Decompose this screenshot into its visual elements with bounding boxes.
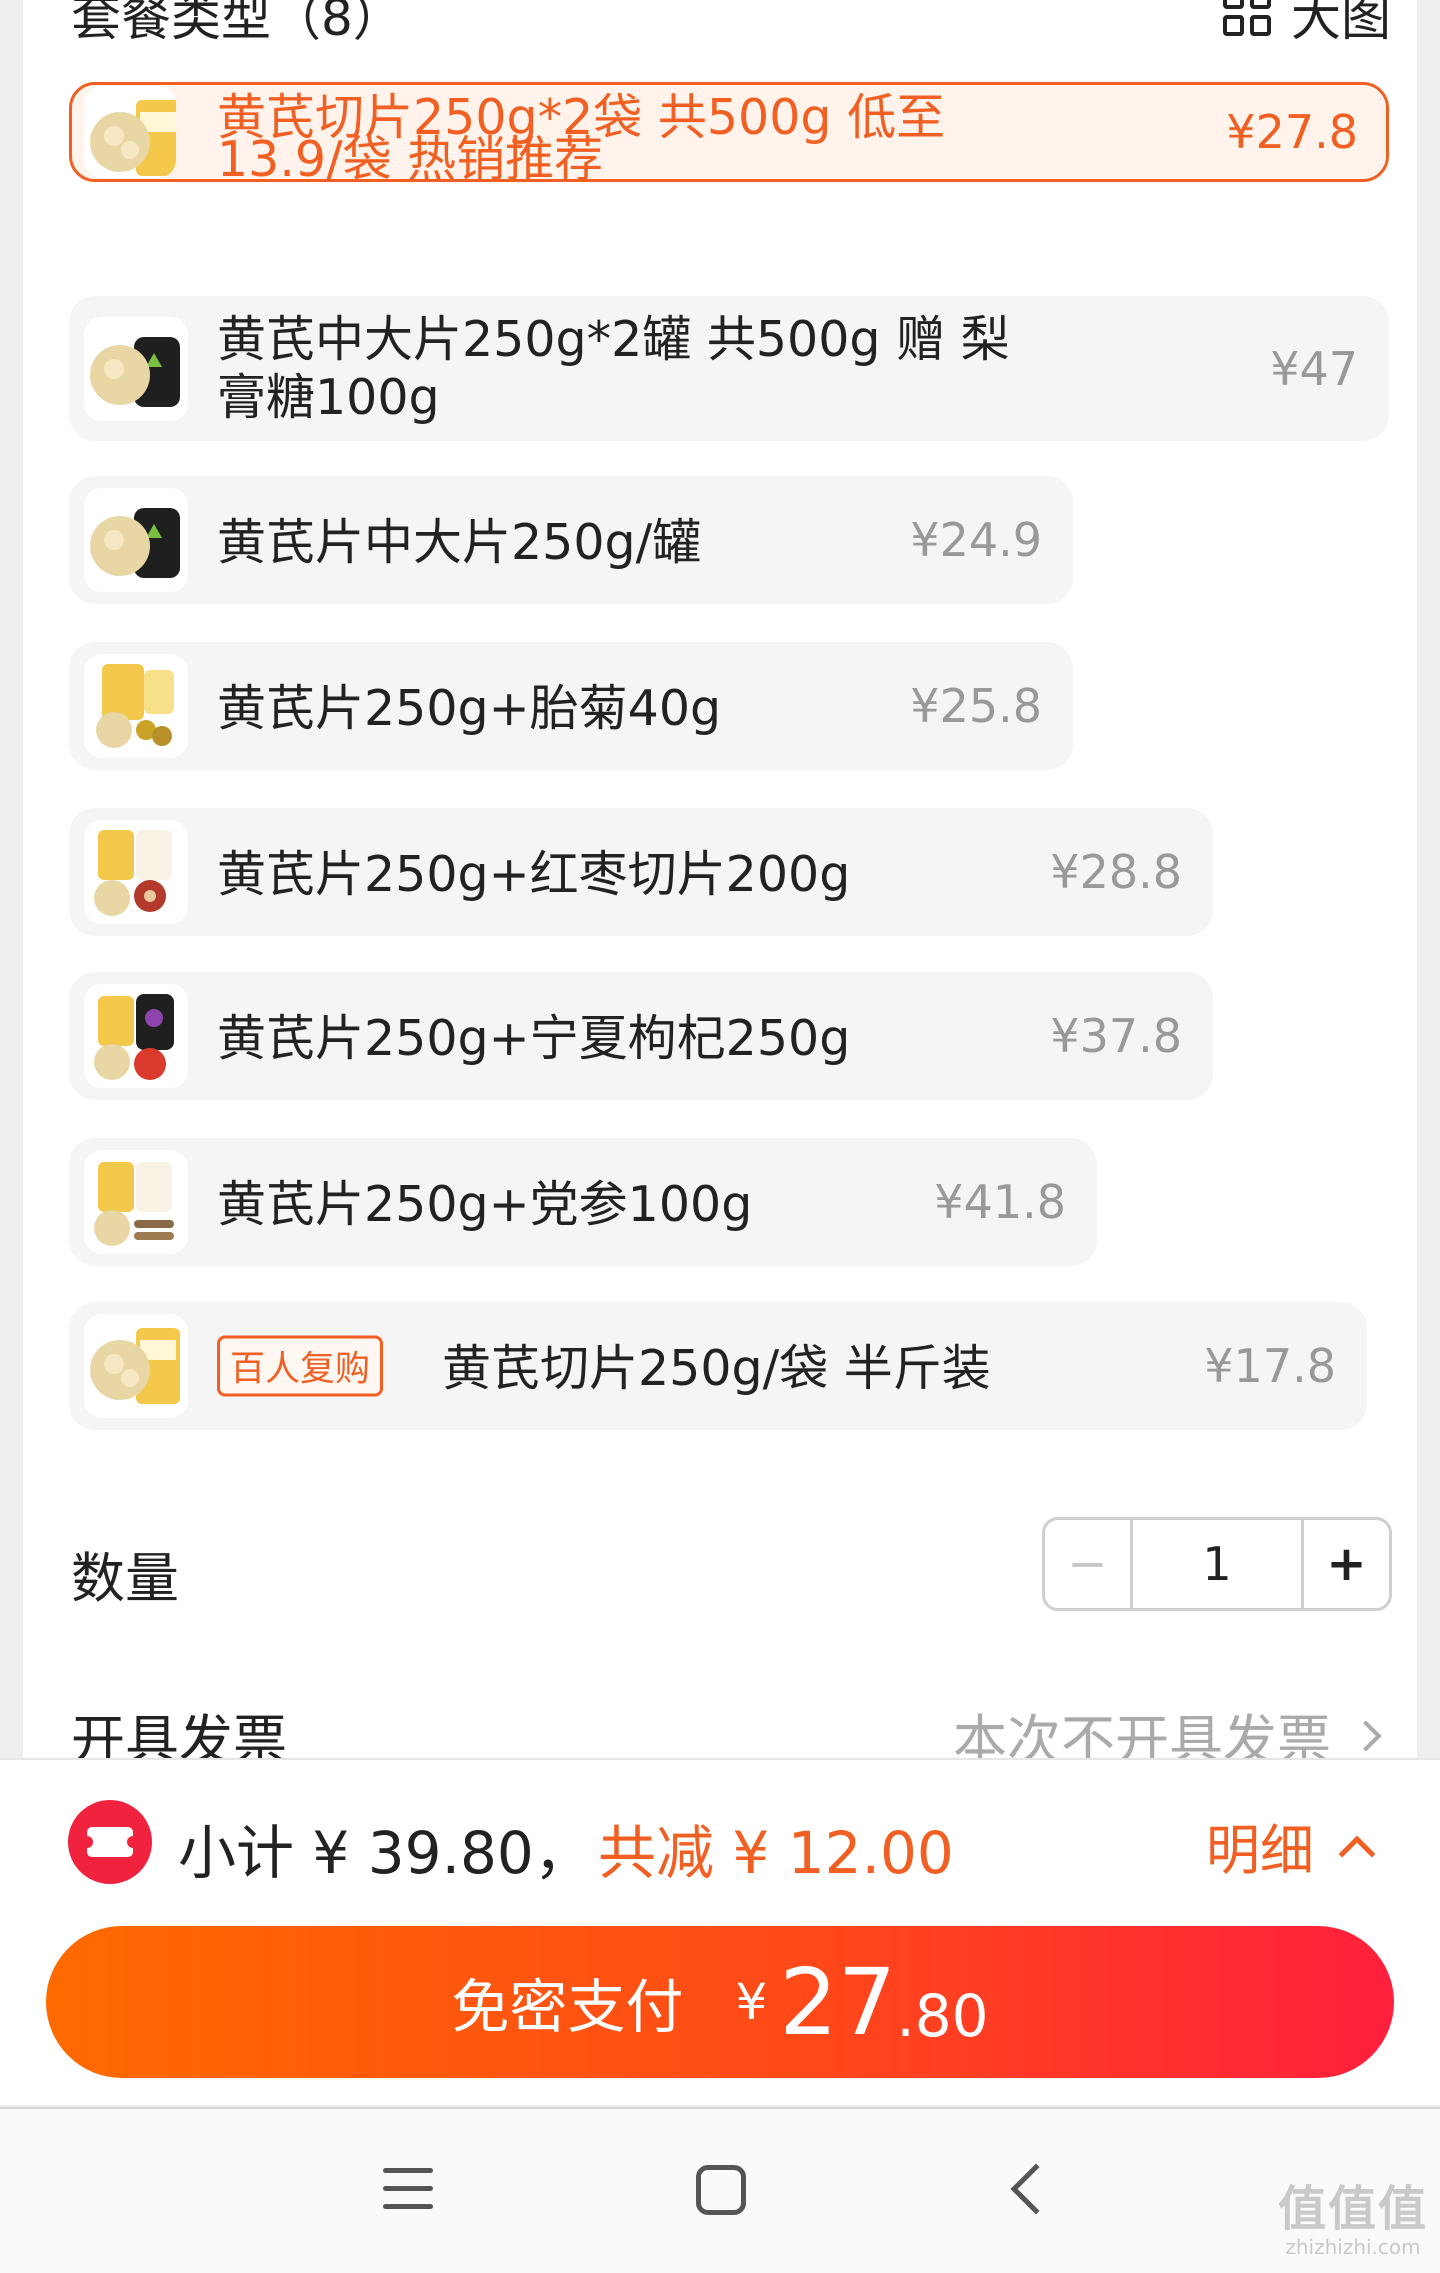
sku-selection-panel: 套餐类型（8） 大图 黄芪切片250g*2袋 共500g 低至 13.9/袋 热…	[23, 0, 1417, 1760]
option-price: ¥24.9	[910, 513, 1042, 567]
option-price: ¥27.8	[1226, 105, 1358, 159]
option-price: ¥17.8	[1204, 1339, 1336, 1393]
pay-amount-integer: 27	[779, 1948, 897, 2056]
option-label: 黄芪片250g+宁夏枸杞250g	[217, 1010, 851, 1067]
option-price: ¥37.8	[1050, 1009, 1182, 1063]
package-option-6[interactable]: 黄芪片250g+党参100g ¥41.8	[69, 1138, 1097, 1266]
checkout-footer: 小计 ¥ 39.80， 共减 ¥ 12.00 明细 免密支付 ¥ 27 .80	[0, 1758, 1440, 2105]
invoice-value: 本次不开具发票	[953, 1709, 1331, 1760]
chevron-up-icon	[1338, 1835, 1376, 1872]
grid-view-icon	[1223, 0, 1275, 40]
system-navigation-bar: 值值值 zhizhizhi.com	[0, 2107, 1440, 2273]
option-label-line2: 膏糖100g	[217, 369, 440, 426]
product-thumbnail	[84, 488, 188, 592]
product-thumbnail	[84, 316, 188, 421]
quantity-label: 数量	[71, 1547, 179, 1610]
pay-button-label: 免密支付	[451, 1973, 684, 2041]
pay-amount-decimal: .80	[896, 1982, 989, 2050]
back-icon[interactable]	[1010, 2163, 1062, 2215]
option-label: 黄芪片250g+党参100g	[217, 1176, 753, 1233]
quantity-increase-button[interactable]: +	[1301, 1520, 1389, 1608]
package-option-0[interactable]: 黄芪切片250g*2袋 共500g 低至 13.9/袋 热销推荐 ¥27.8	[69, 82, 1389, 188]
invoice-label: 开具发票	[71, 1709, 287, 1760]
package-option-7[interactable]: 百人复购 黄芪切片250g/袋 半斤装 ¥17.8	[69, 1302, 1367, 1430]
invoice-selector[interactable]: 本次不开具发票	[953, 1696, 1382, 1760]
pay-currency: ¥	[735, 1973, 768, 2031]
watermark-logo: 值值值	[1277, 2181, 1428, 2237]
package-option-1[interactable]: 黄芪中大片250g*2罐 共500g 赠 梨 膏糖100g ¥47	[69, 296, 1389, 441]
package-option-2[interactable]: 黄芪片中大片250g/罐 ¥24.9	[69, 476, 1073, 604]
option-price: ¥25.8	[910, 679, 1042, 733]
option-label: 黄芪片中大片250g/罐	[217, 514, 702, 571]
option-price: ¥28.8	[1050, 845, 1182, 899]
big-view-toggle[interactable]: 大图	[1223, 0, 1391, 50]
package-option-5[interactable]: 黄芪片250g+宁夏枸杞250g ¥37.8	[69, 972, 1213, 1100]
chevron-right-icon	[1350, 1719, 1382, 1752]
home-icon[interactable]	[696, 2165, 746, 2215]
product-thumbnail	[84, 86, 176, 178]
quantity-stepper: − 1 +	[1042, 1517, 1392, 1611]
big-view-label: 大图	[1291, 0, 1391, 47]
site-watermark: 值值值 zhizhizhi.com	[1278, 2169, 1428, 2259]
product-thumbnail	[84, 1314, 188, 1418]
product-thumbnail	[84, 1150, 188, 1254]
price-detail-toggle[interactable]: 明细	[1206, 1806, 1376, 1885]
subtotal-text: 小计 ¥ 39.80，	[178, 1819, 592, 1887]
recent-apps-icon[interactable]	[383, 2168, 433, 2222]
package-type-header: 套餐类型（8） 大图	[71, 0, 1391, 58]
option-label: 黄芪片250g+胎菊40g	[217, 680, 722, 737]
option-price: ¥47	[1270, 341, 1358, 396]
product-thumbnail	[84, 984, 188, 1088]
package-option-4[interactable]: 黄芪片250g+红枣切片200g ¥28.8	[69, 808, 1213, 936]
coupon-icon	[68, 1800, 152, 1884]
detail-label: 明细	[1206, 1819, 1314, 1882]
option-price: ¥41.8	[934, 1175, 1066, 1229]
product-thumbnail	[84, 820, 188, 924]
option-label-line1: 黄芪中大片250g*2罐 共500g 赠 梨	[217, 311, 1010, 368]
package-type-title: 套餐类型（8）	[71, 0, 403, 47]
option-label: 黄芪片250g+红枣切片200g	[217, 846, 851, 903]
package-option-3[interactable]: 黄芪片250g+胎菊40g ¥25.8	[69, 642, 1073, 770]
repurchase-badge: 百人复购	[217, 1335, 384, 1397]
option-label: 黄芪切片250g/袋 半斤装	[442, 1340, 991, 1397]
quantity-decrease-button[interactable]: −	[1045, 1520, 1133, 1608]
option-label-line2: 13.9/袋 热销推荐	[217, 131, 604, 188]
quantity-value[interactable]: 1	[1133, 1520, 1301, 1608]
discount-text: 共减 ¥ 12.00	[598, 1819, 954, 1887]
pay-button[interactable]: 免密支付 ¥ 27 .80	[46, 1926, 1394, 2078]
watermark-url: zhizhizhi.com	[1285, 2235, 1421, 2259]
product-thumbnail	[84, 654, 188, 758]
